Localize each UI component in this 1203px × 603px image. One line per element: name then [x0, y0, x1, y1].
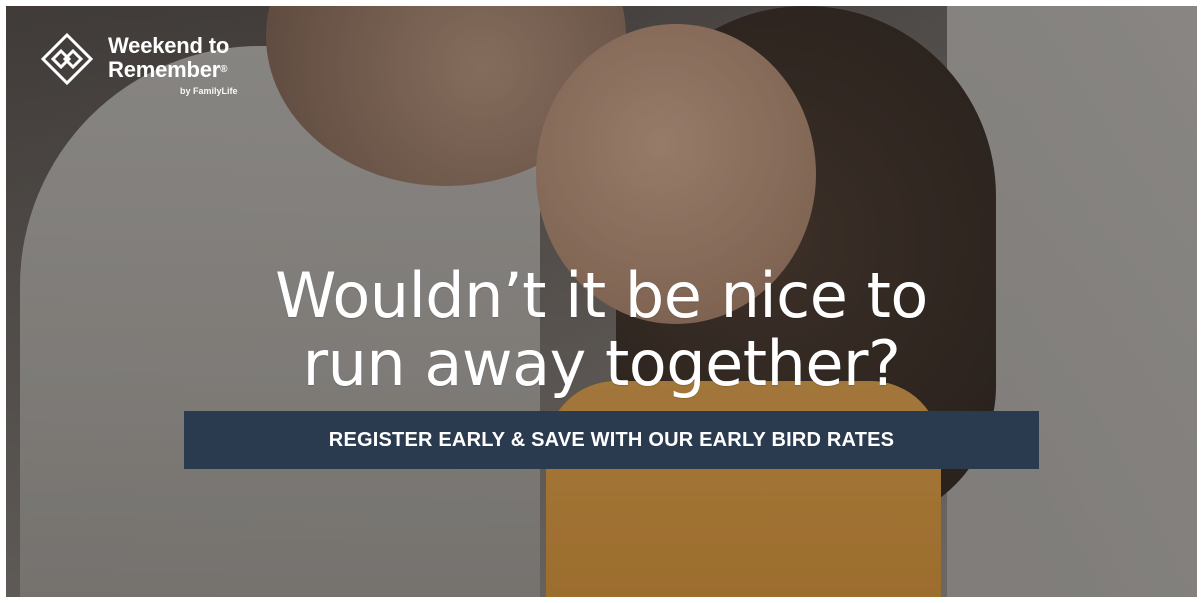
- interlocking-diamond-icon: [40, 32, 94, 86]
- brand-logo: Weekend to Remember® by FamilyLife: [34, 26, 274, 116]
- logo-wordmark: Weekend to Remember®: [108, 34, 288, 82]
- promo-banner: Weekend to Remember® by FamilyLife Would…: [6, 6, 1197, 597]
- register-early-button[interactable]: REGISTER EARLY & SAVE WITH OUR EARLY BIR…: [184, 411, 1039, 469]
- logo-title-line2: Remember: [108, 57, 221, 82]
- headline: Wouldn’t it be nice to run away together…: [6, 262, 1197, 398]
- logo-title-line1: Weekend to: [108, 33, 230, 58]
- headline-line1: Wouldn’t it be nice to: [275, 259, 928, 332]
- registered-mark: ®: [220, 64, 228, 75]
- logo-byline: by FamilyLife: [180, 86, 238, 96]
- register-early-label: REGISTER EARLY & SAVE WITH OUR EARLY BIR…: [328, 428, 895, 451]
- headline-line2: run away together?: [302, 327, 901, 400]
